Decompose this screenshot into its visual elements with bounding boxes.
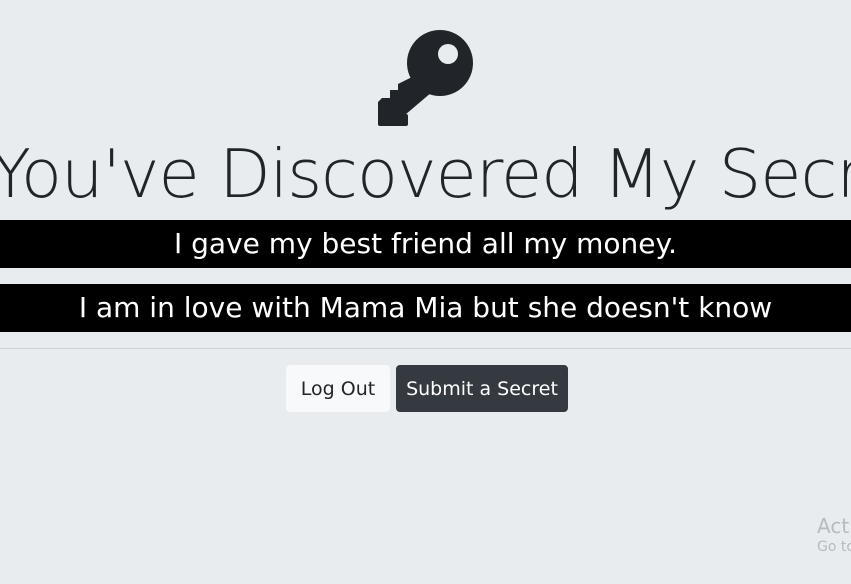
secret-item: I gave my best friend all my money.	[0, 220, 851, 268]
log-out-button[interactable]: Log Out	[286, 365, 390, 412]
secret-text: I am in love with Mama Mia but she doesn…	[78, 291, 773, 324]
secret-item: I am in love with Mama Mia but she doesn…	[0, 284, 851, 332]
page-title: You've Discovered My Secret!	[0, 135, 851, 213]
activation-watermark: Activate Windows Go to Settings to activ…	[817, 514, 851, 556]
key-icon	[378, 30, 473, 126]
secret-text: I gave my best friend all my money.	[173, 227, 677, 260]
divider	[0, 348, 851, 349]
submit-secret-button[interactable]: Submit a Secret	[396, 365, 568, 412]
secrets-page: You've Discovered My Secret! I gave my b…	[0, 0, 851, 584]
watermark-title: Activate Windows	[817, 514, 851, 538]
watermark-subtitle: Go to Settings to activate Windows.	[817, 539, 851, 555]
